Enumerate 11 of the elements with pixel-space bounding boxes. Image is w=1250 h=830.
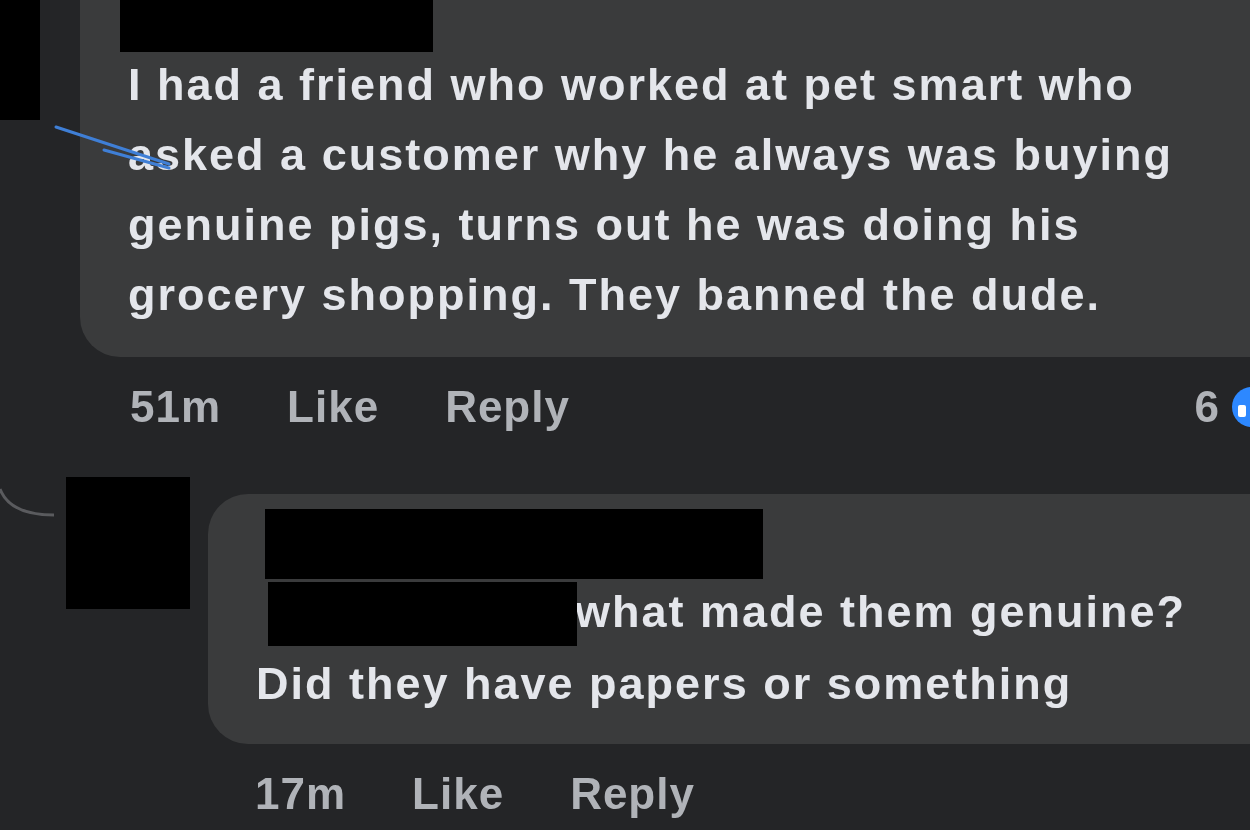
action-link[interactable]: Reply — [445, 382, 570, 432]
reaction-count: 6 — [1194, 382, 1220, 432]
action-link[interactable]: Like — [412, 769, 505, 819]
reply-text-line: Did they have papers or something — [256, 657, 1073, 711]
action-link[interactable]: Like — [287, 382, 380, 432]
reply-text-line: what made them genuine? — [575, 585, 1187, 639]
timestamp: 17m — [255, 769, 347, 819]
like-reaction-icon[interactable] — [1230, 385, 1250, 429]
timestamp: 51m — [130, 382, 222, 432]
action-link[interactable]: Reply — [570, 769, 695, 819]
comment-text: I had a friend who worked at pet smart who asked a customer why he always was buying genuine pigs, turns out he was doing his grocery shopping. They banned the dude. — [128, 58, 1174, 322]
